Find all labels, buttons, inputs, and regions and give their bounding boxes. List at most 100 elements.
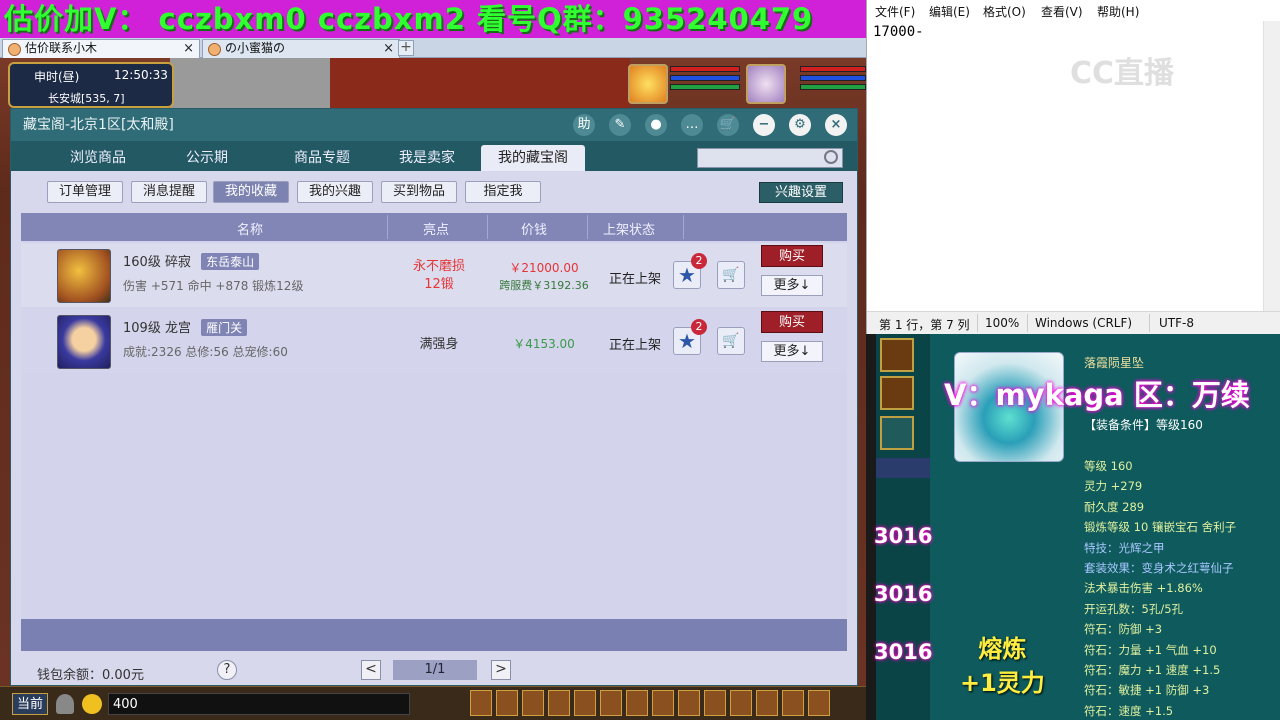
- contact-banner: 估价加V： cczbxm0 cczbxm2 看号Q群：935240479: [0, 0, 866, 38]
- bought-items-button[interactable]: 买到物品: [381, 181, 457, 203]
- help-icon[interactable]: 助: [573, 114, 595, 136]
- add-to-cart-icon[interactable]: 🛒: [717, 327, 745, 355]
- equipment-stats: 等级 160 灵力 +279 耐久度 289 锻炼等级 10 镶嵌宝石 舍利子 …: [1084, 456, 1236, 720]
- record-icon[interactable]: ●: [645, 114, 667, 136]
- stat-line: 特技：光辉之甲: [1084, 540, 1165, 555]
- character-avatar-icon[interactable]: [57, 315, 111, 369]
- server-tag: 东岳泰山: [201, 253, 260, 270]
- tab-seller[interactable]: 我是卖家: [377, 145, 477, 171]
- stat-line: 灵力 +279: [1084, 479, 1143, 494]
- player-portrait[interactable]: [746, 64, 786, 104]
- help-icon[interactable]: ?: [217, 660, 237, 680]
- stat-line: 符石：速度 +1.5: [1084, 703, 1174, 718]
- search-icon[interactable]: [824, 150, 838, 164]
- skill-shortcut-bar: [470, 690, 830, 716]
- microphone-icon[interactable]: [56, 694, 74, 714]
- notepad-statusbar: 第 1 行，第 7 列 100% Windows (CRLF) UTF-8: [867, 311, 1280, 334]
- close-icon[interactable]: ×: [183, 40, 194, 57]
- side-bar: [876, 458, 930, 478]
- map-location[interactable]: 长安城[535, 7]: [48, 90, 125, 106]
- tab-browse[interactable]: 浏览商品: [39, 145, 157, 171]
- vertical-scrollbar[interactable]: [1263, 21, 1280, 311]
- tab-my-cangbaoge[interactable]: 我的藏宝阁: [481, 145, 585, 171]
- buy-button[interactable]: 购买: [761, 245, 823, 267]
- prev-page-button[interactable]: <: [361, 660, 381, 680]
- scene-wall: [330, 58, 630, 110]
- chat-channel-button[interactable]: 当前: [12, 693, 48, 715]
- listing-status: 正在上架: [608, 338, 661, 353]
- pet-portrait[interactable]: [628, 64, 668, 104]
- item-level-name: 109级 龙宫: [123, 321, 191, 336]
- side-number: 3016: [874, 524, 933, 548]
- side-shortcut-icon[interactable]: [880, 376, 914, 410]
- col-divider: [683, 215, 684, 239]
- player-status-bars: [800, 66, 866, 104]
- minimize-icon[interactable]: −: [753, 114, 775, 136]
- highlight-line-1: 满强身: [419, 337, 459, 352]
- notepad-text-area[interactable]: 17000-: [873, 24, 924, 40]
- browser-tab-1[interactable]: 估价联系小木 ×: [2, 39, 200, 58]
- assigned-to-me-button[interactable]: 指定我: [465, 181, 541, 203]
- settings-icon[interactable]: ⚙: [789, 114, 811, 136]
- skill-slot[interactable]: [730, 690, 752, 716]
- my-favorites-button[interactable]: 我的收藏: [213, 181, 289, 203]
- order-manage-button[interactable]: 订单管理: [47, 181, 123, 203]
- game-time-label: 申时(昼): [34, 70, 80, 84]
- table-row[interactable]: 160级 碎寂 东岳泰山 伤害 +571 命中 +878 锻炼12级 永不磨损 …: [21, 243, 847, 307]
- side-shortcut-icon[interactable]: [880, 338, 914, 372]
- stat-line: 符石：力量 +1 气血 +10: [1084, 642, 1217, 657]
- highlight-line-2: 12锻: [424, 277, 454, 292]
- page-indicator: 1/1: [393, 660, 477, 680]
- weapon-item-icon[interactable]: [57, 249, 111, 303]
- skill-slot[interactable]: [574, 690, 596, 716]
- skill-slot[interactable]: [652, 690, 674, 716]
- menu-view[interactable]: 查看(V): [1041, 3, 1083, 20]
- skill-slot[interactable]: [496, 690, 518, 716]
- skill-slot[interactable]: [704, 690, 726, 716]
- add-to-cart-icon[interactable]: 🛒: [717, 261, 745, 289]
- message-remind-button[interactable]: 消息提醒: [131, 181, 207, 203]
- more-button[interactable]: 更多↓: [761, 341, 823, 362]
- menu-format[interactable]: 格式(O): [983, 3, 1026, 20]
- server-tag: 雁门关: [201, 319, 248, 336]
- skill-slot[interactable]: [522, 690, 544, 716]
- side-shortcut-icon[interactable]: [880, 416, 914, 450]
- more-button[interactable]: 更多↓: [761, 275, 823, 296]
- next-page-button[interactable]: >: [491, 660, 511, 680]
- skill-slot[interactable]: [600, 690, 622, 716]
- close-icon[interactable]: ×: [383, 40, 394, 57]
- skill-slot[interactable]: [808, 690, 830, 716]
- close-icon[interactable]: ×: [825, 114, 847, 136]
- cangbaoge-window: 藏宝阁-北京1区[太和殿] 助 ✎ ● … 🛒 − ⚙ × 浏览商品 公示期 商…: [10, 108, 858, 686]
- cart-icon[interactable]: 🛒: [717, 114, 739, 136]
- chat-icon[interactable]: …: [681, 114, 703, 136]
- chat-input[interactable]: 400: [108, 693, 410, 715]
- tab-topics[interactable]: 商品专题: [267, 145, 377, 171]
- interest-settings-button[interactable]: 兴趣设置: [759, 182, 843, 203]
- edit-icon[interactable]: ✎: [609, 114, 631, 136]
- menu-edit[interactable]: 编辑(E): [929, 3, 970, 20]
- tab-label: 估价联系小木: [25, 41, 98, 55]
- my-interests-button[interactable]: 我的兴趣: [297, 181, 373, 203]
- menu-file[interactable]: 文件(F): [875, 3, 915, 20]
- browser-tab-2[interactable]: の小蜜猫の ×: [202, 39, 400, 58]
- skill-slot[interactable]: [548, 690, 570, 716]
- buy-button[interactable]: 购买: [761, 311, 823, 333]
- skill-slot[interactable]: [678, 690, 700, 716]
- table-row[interactable]: 109级 龙宫 雁门关 成就:2326 总修:56 总宠修:60 满强身 ￥41…: [21, 309, 847, 373]
- window-toolbar: 助 ✎ ● … 🛒 − ⚙ ×: [573, 113, 847, 137]
- status-divider: [1027, 314, 1028, 332]
- notepad-menubar: 文件(F) 编辑(E) 格式(O) 查看(V) 帮助(H): [867, 0, 1280, 21]
- new-tab-button[interactable]: +: [398, 40, 414, 56]
- menu-help[interactable]: 帮助(H): [1097, 3, 1139, 20]
- search-input[interactable]: [697, 148, 843, 168]
- equipment-requirement: 【装备条件】等级160: [1084, 418, 1203, 432]
- tab-publicity[interactable]: 公示期: [157, 145, 257, 171]
- emoji-icon[interactable]: [82, 694, 102, 714]
- item-level-name: 160级 碎寂: [123, 255, 191, 270]
- col-price: 价钱: [521, 223, 548, 238]
- skill-slot[interactable]: [626, 690, 648, 716]
- skill-slot[interactable]: [756, 690, 778, 716]
- skill-slot[interactable]: [470, 690, 492, 716]
- skill-slot[interactable]: [782, 690, 804, 716]
